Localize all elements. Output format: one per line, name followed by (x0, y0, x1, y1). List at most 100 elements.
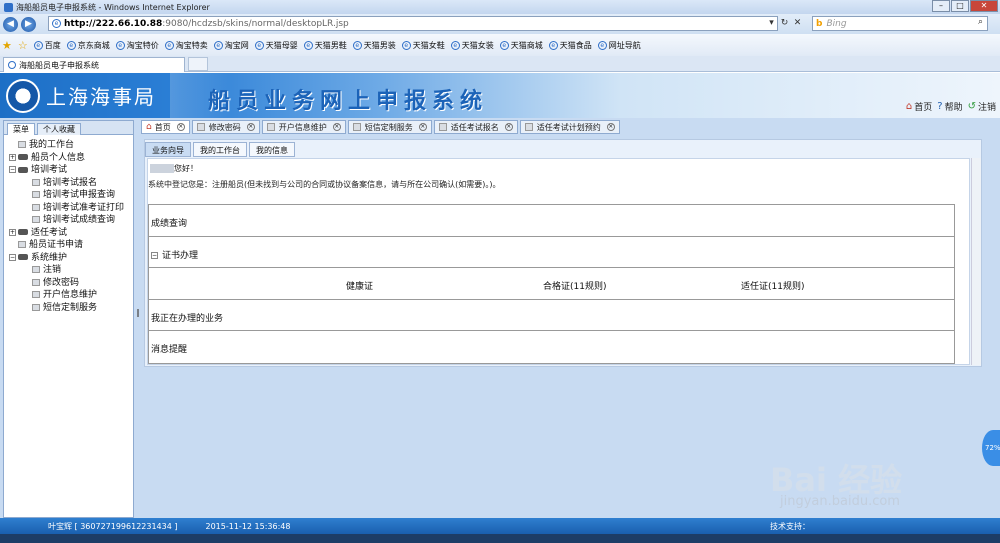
folder-icon (18, 254, 28, 260)
browser-tab-title: 海船船员电子申报系统 (19, 60, 99, 70)
dropdown-icon[interactable]: ▾ (765, 16, 778, 31)
greeting: 您好！ (150, 163, 198, 174)
home-link[interactable]: ⌂ 首页 (906, 100, 932, 113)
favorite-link[interactable]: e 天猫女鞋 (401, 40, 445, 51)
tab-home[interactable]: ⌂ 首页 × (141, 120, 190, 134)
tree-item-certificate-apply[interactable]: 船员证书申请 (4, 239, 133, 252)
login-time: 2015-11-12 15:36:48 (205, 521, 291, 531)
help-link[interactable]: ? 帮助 (937, 100, 962, 113)
expand-icon[interactable]: + (9, 228, 16, 236)
favorite-link[interactable]: e 天猫男鞋 (303, 40, 347, 51)
tab-change-password[interactable]: 修改密码 × (191, 120, 260, 134)
favorite-link[interactable]: e 天猫食品 (548, 40, 592, 51)
competency-cert-link[interactable]: 适任证(11规则) (741, 279, 804, 292)
qualification-cert-link[interactable]: 合格证(11规则) (543, 279, 606, 292)
refresh-icon[interactable]: ↻ (778, 16, 791, 31)
zoom-badge[interactable]: 72% (982, 430, 1000, 466)
favorite-link[interactable]: e 网址导航 (597, 40, 641, 51)
link-icon: e (401, 40, 411, 50)
collapse-icon[interactable]: − (9, 253, 16, 261)
tree-item-sms-service[interactable]: 短信定制服务 (4, 302, 133, 315)
page-icon (438, 123, 447, 131)
logout-link[interactable]: ↺ 注销 (968, 100, 996, 113)
close-tab-icon[interactable]: × (176, 123, 185, 131)
tab-favorites[interactable]: 个人收藏 (37, 123, 81, 135)
tree-item-exam-signup[interactable]: 培训考试报名 (4, 177, 133, 190)
address-bar[interactable]: e http://222.66.10.88 :9080/hcdzsb/skins… (48, 16, 778, 31)
browser-tab[interactable]: 海船船员电子申报系统 (3, 57, 185, 72)
expand-icon[interactable]: + (9, 153, 16, 161)
favorite-link[interactable]: e 淘宝特卖 (164, 40, 208, 51)
favorite-link[interactable]: e 天猫女装 (450, 40, 494, 51)
page-icon (18, 141, 26, 148)
favorite-link[interactable]: e 天猫男装 (352, 40, 396, 51)
close-tab-icon[interactable]: × (332, 123, 341, 131)
tab-competency-signup[interactable]: 适任考试报名 × (433, 120, 518, 134)
favorite-link[interactable]: e 百度 (33, 40, 61, 51)
subtab-my-info[interactable]: 我的信息 (249, 142, 295, 157)
logout-icon: ↺ (967, 101, 976, 112)
tree-item-workbench[interactable]: 我的工作台 (4, 139, 133, 152)
favorites-bar: ★ ☆ e 百度 e 京东商城 e 淘宝特价 e 淘宝特卖 e 淘宝网 e 天猫母婴 e 天猫… (0, 34, 1000, 56)
page-icon (524, 123, 533, 131)
maximize-button[interactable]: □ (951, 0, 969, 12)
guide-content: 您好！ 系统中登记您是：注册船员(但未找到与公司的合同或协议备案信息，请与所在公… (147, 158, 970, 365)
tab-account-info[interactable]: 开户信息维护 × (261, 120, 346, 134)
tech-support: 技术支持： (770, 522, 810, 531)
tree-item-score-query[interactable]: 培训考试成绩查询 (4, 214, 133, 227)
close-tab-icon[interactable]: × (418, 123, 427, 131)
health-cert-link[interactable]: 健康证 (346, 279, 373, 292)
favorite-link[interactable]: e 淘宝网 (213, 40, 249, 51)
link-icon: e (450, 40, 460, 50)
add-favorite-icon[interactable]: ☆ (18, 39, 28, 52)
tree-item-system-maintenance[interactable]: − 系统维护 (4, 252, 133, 265)
processing-business: 我正在办理的业务 (151, 313, 224, 324)
search-icon[interactable]: ⌕ (978, 17, 983, 27)
browser-tab-row: 海船船员电子申报系统 (0, 56, 1000, 72)
subtab-workbench[interactable]: 我的工作台 (193, 142, 247, 157)
vertical-scrollbar[interactable] (971, 158, 981, 365)
search-box[interactable]: b Bing ⌕ (812, 16, 988, 31)
tree-item-exam-query[interactable]: 培训考试申报查询 (4, 189, 133, 202)
sidebar-splitter-handle[interactable]: ‖ (136, 308, 140, 328)
stop-icon[interactable]: ✕ (791, 16, 804, 31)
table-row: 我正在办理的业务 (149, 300, 954, 331)
ie-icon (4, 2, 13, 12)
page-icon (32, 216, 40, 223)
tab-competency-plan[interactable]: 适任考试计划预约 × (519, 120, 620, 134)
link-icon: e (213, 40, 223, 50)
new-tab-button[interactable] (188, 57, 208, 71)
collapse-icon[interactable]: − (151, 251, 158, 259)
tree-item-personal-info[interactable]: + 船员个人信息 (4, 152, 133, 165)
tree-item-account-info[interactable]: 开户信息维护 (4, 289, 133, 302)
tree-item-competency-exam[interactable]: + 适任考试 (4, 227, 133, 240)
url-host: http://222.66.10.88 (64, 18, 163, 29)
back-button[interactable]: ◀ (3, 16, 18, 32)
cert-handle-section[interactable]: − 证书办理 (151, 248, 198, 261)
table-row: 成绩查询 (149, 205, 954, 237)
favorite-link[interactable]: e 天猫商城 (499, 40, 543, 51)
favorite-link[interactable]: e 京东商城 (66, 40, 110, 51)
tab-sms-service[interactable]: 短信定制服务 × (347, 120, 432, 134)
msa-logo-icon (6, 79, 40, 113)
link-icon: e (33, 40, 43, 50)
guide-table: 成绩查询 − 证书办理 健康证 合格证(11规则) 适任证(11规则) 我正在办理… (148, 204, 955, 364)
tab-menu[interactable]: 菜单 (7, 123, 35, 135)
forward-button[interactable]: ▶ (21, 16, 36, 32)
favorite-link[interactable]: e 天猫母婴 (254, 40, 298, 51)
close-tab-icon[interactable]: × (504, 123, 513, 131)
close-tab-icon[interactable]: × (246, 123, 255, 131)
collapse-icon[interactable]: − (9, 166, 16, 173)
close-window-button[interactable]: ✕ (970, 0, 998, 12)
favorites-star-icon[interactable]: ★ (2, 39, 12, 52)
subtab-business-guide[interactable]: 业务向导 (145, 142, 191, 157)
score-query-link[interactable]: 成绩查询 (151, 216, 187, 229)
tree-item-change-password[interactable]: 修改密码 (4, 277, 133, 290)
tree-item-logout[interactable]: 注销 (4, 264, 133, 277)
favorite-link[interactable]: e 淘宝特价 (115, 40, 159, 51)
top-links: ⌂ 首页 ? 帮助 ↺ 注销 (901, 100, 996, 113)
tree-item-admission-print[interactable]: 培训考试准考证打印 (4, 202, 133, 215)
minimize-button[interactable]: – (932, 0, 950, 12)
close-tab-icon[interactable]: × (606, 123, 615, 131)
tree-item-training-exam[interactable]: − 培训考试 (4, 164, 133, 177)
